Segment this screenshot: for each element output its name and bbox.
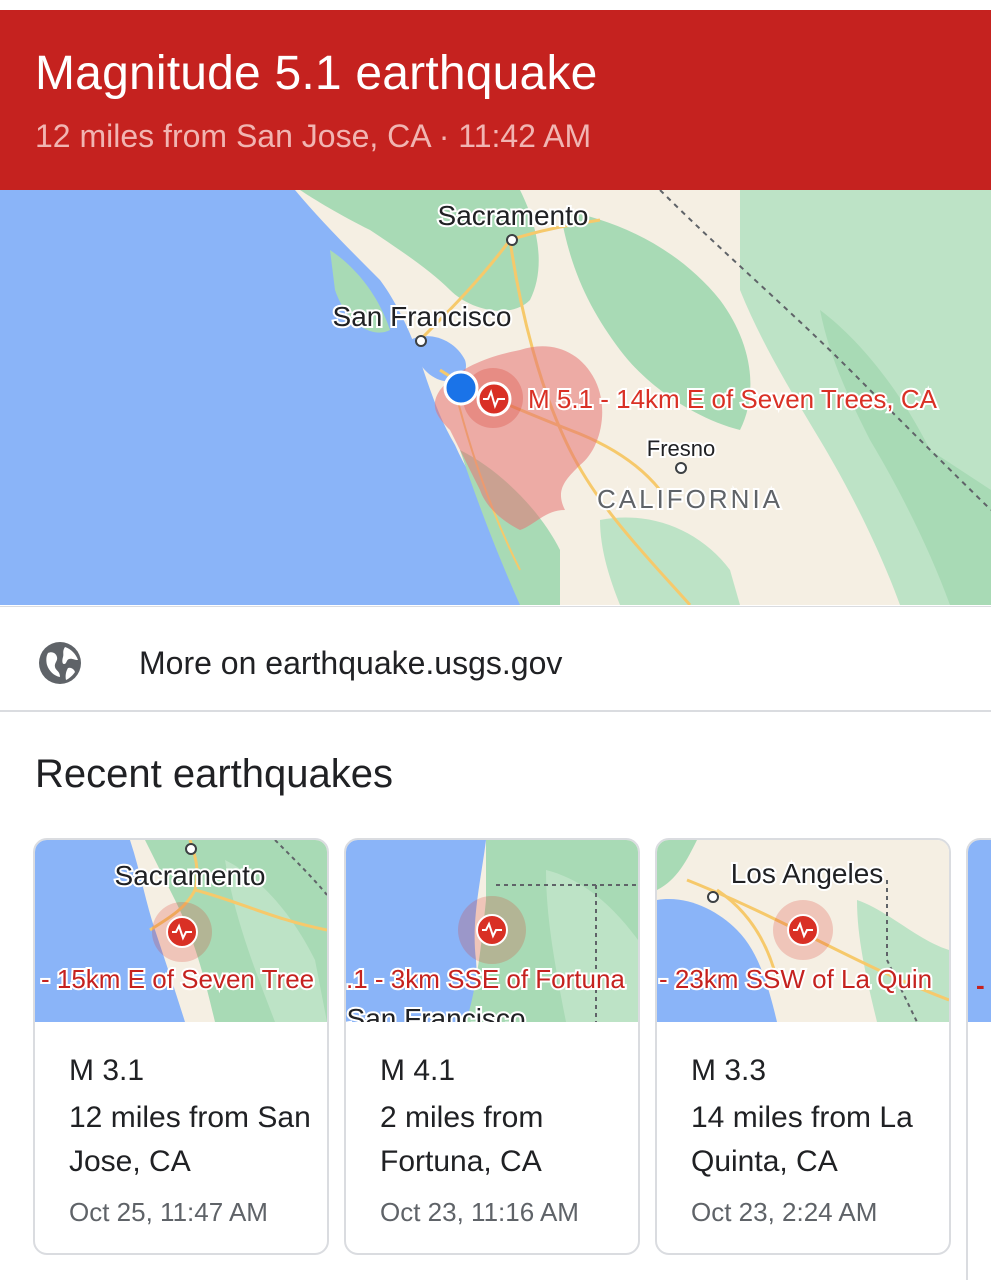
quake-marker-icon xyxy=(166,916,198,948)
card-magnitude: M 3.3 xyxy=(691,1054,767,1087)
card-map-svg: Sacramento - 15km E of Seven Tree xyxy=(35,840,327,1022)
quake-card[interactable]: Los Angeles - 23km SSW of La Quin M 3.3 … xyxy=(655,838,951,1255)
quake-marker-icon xyxy=(476,914,508,946)
quake-map-label: M 5.1 - 14km E of Seven Trees, CA xyxy=(528,384,938,414)
quake-title: Magnitude 5.1 earthquake xyxy=(35,47,598,100)
card-map-svg: .1 - 3km SSE of Fortuna San Francisco xyxy=(346,840,638,1022)
usgs-link[interactable]: More on earthquake.usgs.gov xyxy=(0,606,991,712)
usgs-link-label: More on earthquake.usgs.gov xyxy=(139,645,563,681)
card-magnitude: M 4.1 xyxy=(380,1054,456,1087)
card-map-city: Sacramento xyxy=(115,860,266,891)
card-map-label: .1 - 3km SSE of Fortuna xyxy=(346,964,625,994)
map-label-san-francisco: San Francisco xyxy=(333,301,512,332)
quake-card[interactable]: .1 - 3km SSE of Fortuna San Francisco M … xyxy=(344,838,640,1255)
card-time: Oct 25, 11:47 AM xyxy=(69,1197,268,1227)
city-dot xyxy=(415,335,427,347)
card-time: Oct 23, 11:16 AM xyxy=(380,1197,579,1227)
map-label-fresno: Fresno xyxy=(647,436,715,461)
card-distance: 12 miles from San Jose, CA xyxy=(69,1101,311,1178)
map-label-state: CALIFORNIA xyxy=(597,484,783,514)
card-map-city: Los Angeles xyxy=(731,858,884,889)
my-location-icon xyxy=(443,370,479,406)
recent-earthquakes-title: Recent earthquakes xyxy=(35,752,394,796)
quake-header: Magnitude 5.1 earthquake 12 miles from S… xyxy=(0,10,991,190)
quake-marker-icon xyxy=(787,914,819,946)
card-map: .1 - 3km SSE of Fortuna San Francisco xyxy=(346,840,638,1022)
card-map-label: - 23km SSW of La Quin xyxy=(659,964,932,994)
map-svg: Sacramento San Francisco Fresno CALIFORN… xyxy=(0,190,991,605)
city-dot xyxy=(506,234,518,246)
city-dot xyxy=(675,462,687,474)
card-map-label: - 15km E of Seven Tree xyxy=(41,964,314,994)
quake-subtitle: 12 miles from San Jose, CA · 11:42 AM xyxy=(35,118,592,154)
quake-marker-icon[interactable] xyxy=(476,381,512,417)
card-map-label: - 7 xyxy=(976,970,991,1000)
card-time: Oct 23, 2:24 AM xyxy=(691,1197,878,1227)
quake-map[interactable]: Sacramento San Francisco Fresno CALIFORN… xyxy=(0,190,991,605)
card-distance: 14 miles from La Quinta, CA xyxy=(691,1101,913,1178)
card-map-city: San Francisco xyxy=(347,1003,526,1022)
card-distance: 2 miles from Fortuna, CA xyxy=(380,1101,544,1178)
card-map: Los Angeles - 23km SSW of La Quin xyxy=(657,840,949,1022)
map-label-sacramento: Sacramento xyxy=(438,200,589,231)
card-map-svg: Los Angeles - 23km SSW of La Quin xyxy=(657,840,949,1022)
globe-icon xyxy=(39,642,81,684)
card-magnitude: M 3.1 xyxy=(69,1054,145,1087)
card-map: Sacramento - 15km E of Seven Tree xyxy=(35,840,327,1022)
status-gap xyxy=(0,0,991,10)
quake-card-peek[interactable]: - 7 xyxy=(966,838,991,1280)
quake-card[interactable]: Sacramento - 15km E of Seven Tree M 3.1 … xyxy=(33,838,329,1255)
